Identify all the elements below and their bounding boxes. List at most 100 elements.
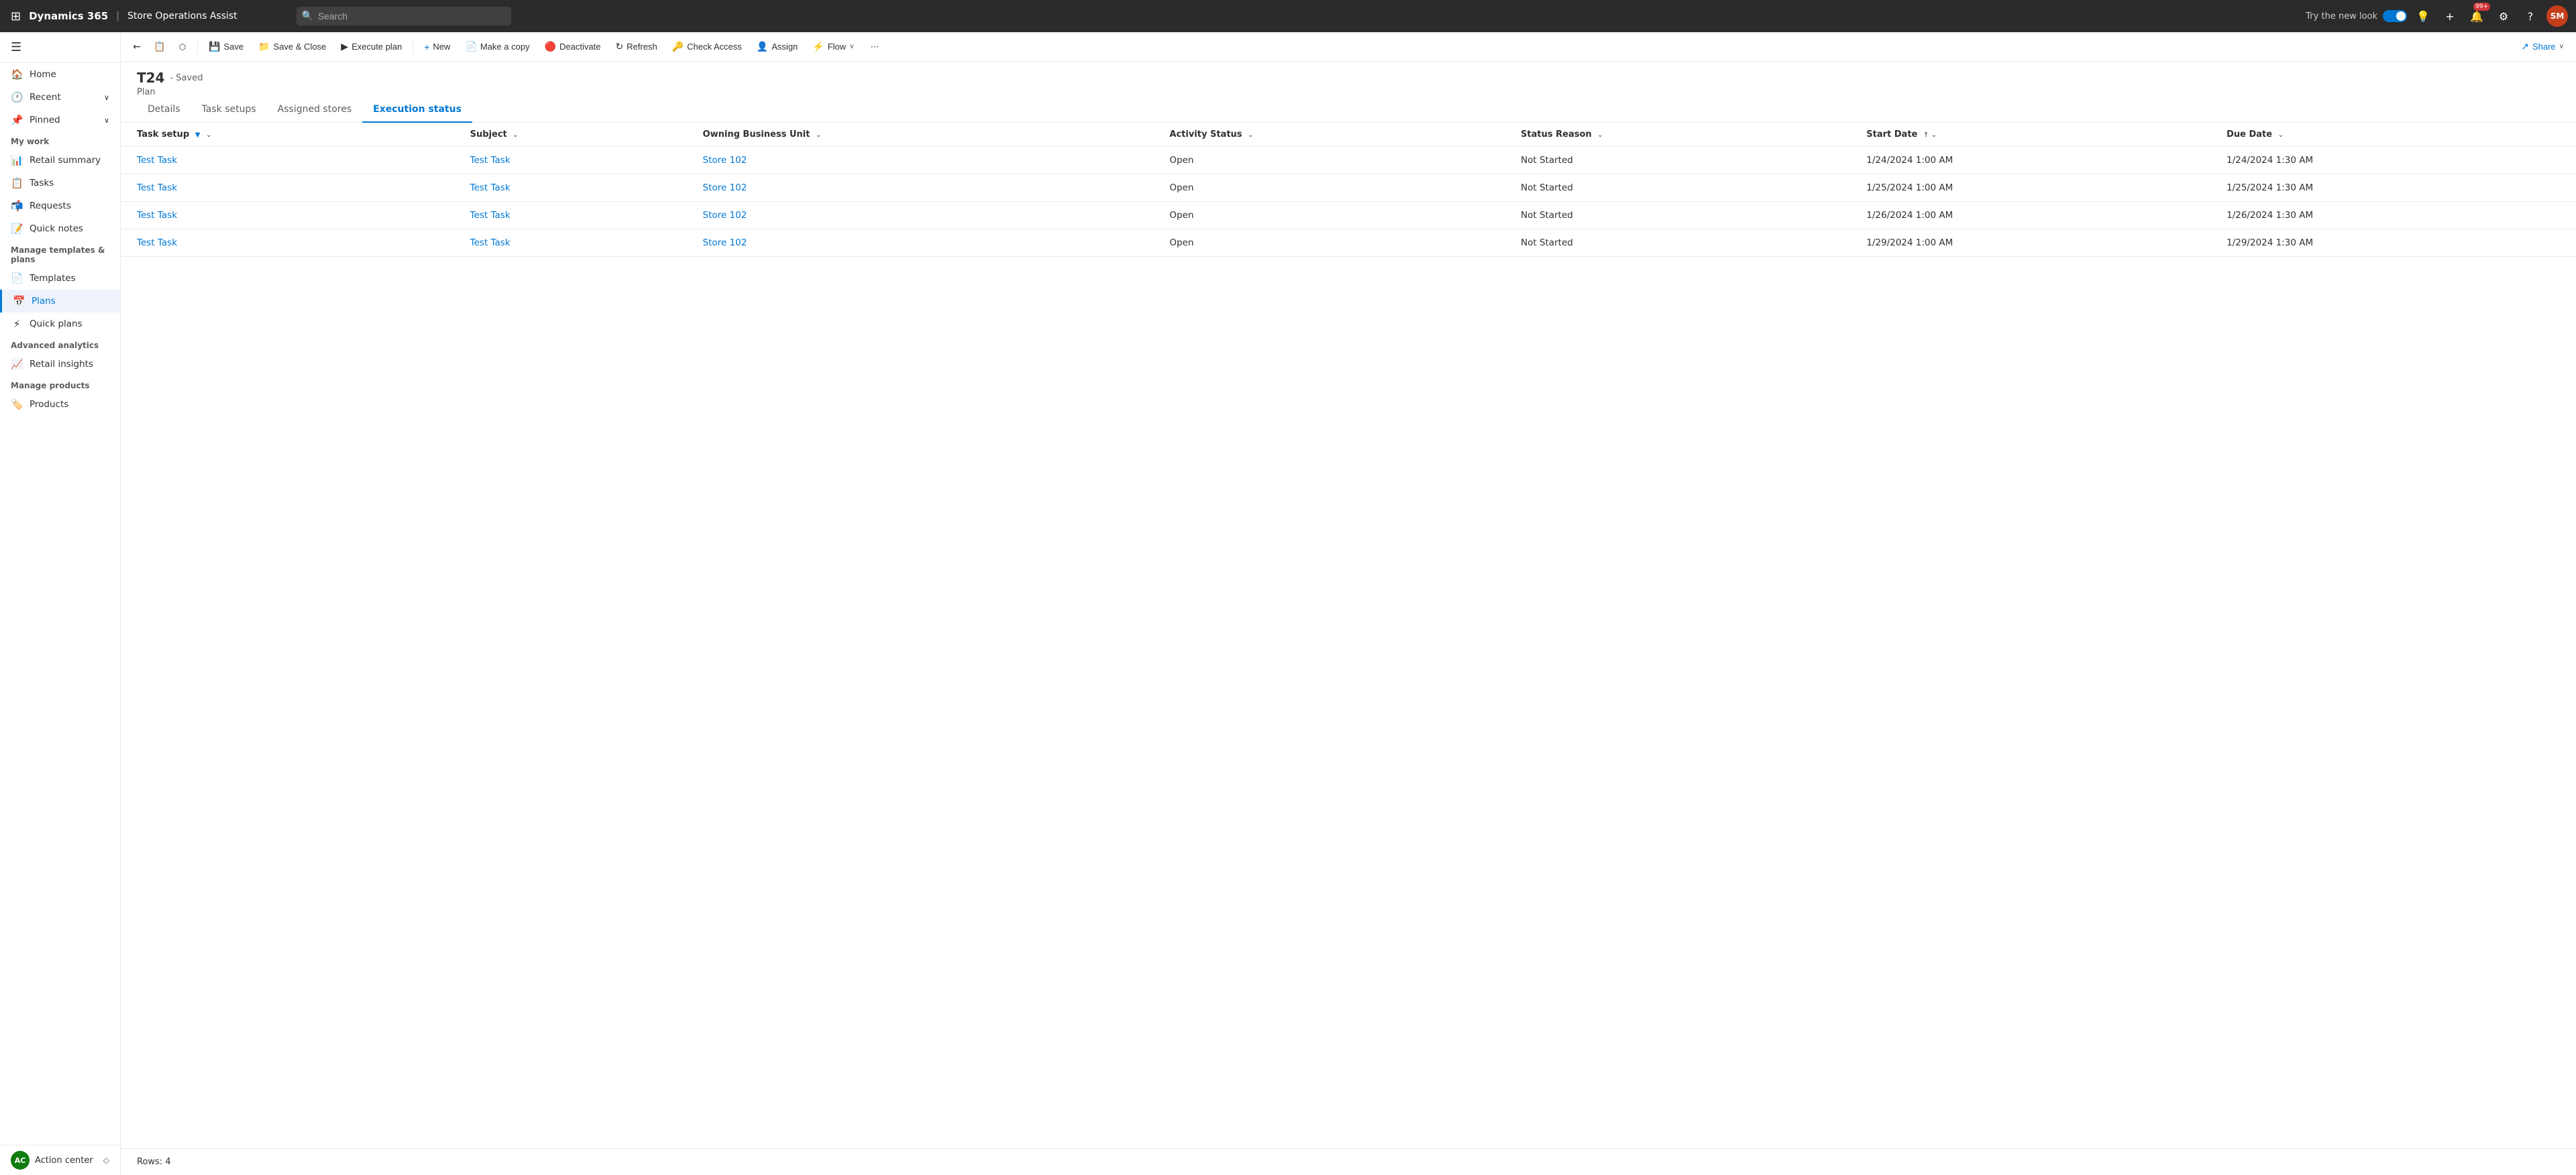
refresh-button[interactable]: ↻ Refresh — [608, 37, 663, 56]
col-due-date[interactable]: Due Date ⌄ — [2216, 123, 2576, 147]
sidebar-item-quick-notes[interactable]: 📝 Quick notes — [0, 217, 120, 240]
cell-task-setup-1[interactable]: Test Task — [121, 174, 460, 202]
make-copy-button[interactable]: 📄 Make a copy — [458, 37, 536, 56]
share-label: Share — [2532, 42, 2556, 52]
owning-link-2[interactable]: Store 102 — [703, 210, 747, 221]
start-date-sort-icon: ↑ ⌄ — [1923, 131, 1937, 139]
cell-owning-0[interactable]: Store 102 — [692, 147, 1159, 174]
save-close-label: Save & Close — [274, 42, 327, 52]
owning-sort-icon: ⌄ — [816, 131, 821, 139]
search-bar: 🔍 — [297, 7, 511, 25]
col-owning-business-unit[interactable]: Owning Business Unit ⌄ — [692, 123, 1159, 147]
sidebar-item-recent[interactable]: 🕐 Recent ∨ — [0, 86, 120, 109]
new-button[interactable]: + New — [417, 38, 457, 56]
saved-badge: - Saved — [170, 73, 203, 83]
cell-subject-3[interactable]: Test Task — [460, 229, 692, 257]
col-subject[interactable]: Subject ⌄ — [460, 123, 692, 147]
cell-owning-2[interactable]: Store 102 — [692, 202, 1159, 229]
flow-button[interactable]: ⚡ Flow ∨ — [806, 37, 861, 56]
subject-link-0[interactable]: Test Task — [470, 155, 511, 166]
try-new-look-toggle[interactable] — [2383, 10, 2407, 22]
sidebar-item-plans[interactable]: 📅 Plans — [0, 290, 120, 313]
activity-sort-icon: ⌄ — [1248, 131, 1253, 139]
sidebar-item-pinned[interactable]: 📌 Pinned ∨ — [0, 109, 120, 131]
cell-start-date-0: 1/24/2024 1:00 AM — [1856, 147, 2216, 174]
execute-plan-label: Execute plan — [352, 42, 402, 52]
forward-icon[interactable]: ⬡ — [172, 36, 193, 58]
execute-plan-button[interactable]: ▶ Execute plan — [334, 37, 409, 56]
tab-details[interactable]: Details — [137, 97, 191, 123]
save-close-button[interactable]: 📁 Save & Close — [252, 37, 333, 56]
cell-due-date-3: 1/29/2024 1:30 AM — [2216, 229, 2576, 257]
cell-due-date-0: 1/24/2024 1:30 AM — [2216, 147, 2576, 174]
assign-button[interactable]: 👤 Assign — [750, 37, 804, 56]
subject-link-1[interactable]: Test Task — [470, 182, 511, 193]
sidebar-item-requests[interactable]: 📬 Requests — [0, 194, 120, 217]
col-activity-status[interactable]: Activity Status ⌄ — [1159, 123, 1510, 147]
clipboard-button[interactable]: 📋 — [149, 36, 170, 58]
diamond-icon: ◇ — [103, 1156, 109, 1165]
tab-execution-status[interactable]: Execution status — [362, 97, 472, 123]
tab-assigned-stores[interactable]: Assigned stores — [267, 97, 362, 123]
col-start-date[interactable]: Start Date ↑ ⌄ — [1856, 123, 2216, 147]
cell-activity-2: Open — [1159, 202, 1510, 229]
copy-icon: 📄 — [465, 41, 476, 52]
owning-link-1[interactable]: Store 102 — [703, 182, 747, 193]
save-label: Save — [223, 42, 244, 52]
task-setup-link-2[interactable]: Test Task — [137, 210, 177, 221]
lightbulb-icon[interactable]: 💡 — [2412, 5, 2434, 27]
sidebar-item-home[interactable]: 🏠 Home — [0, 63, 120, 86]
refresh-icon: ↻ — [615, 41, 623, 52]
cell-task-setup-2[interactable]: Test Task — [121, 202, 460, 229]
task-setup-link-1[interactable]: Test Task — [137, 182, 177, 193]
table-row: Test Task Test Task Store 102 Open Not S… — [121, 174, 2576, 202]
deactivate-button[interactable]: 🔴 Deactivate — [538, 37, 608, 56]
sidebar-item-quick-plans[interactable]: ⚡ Quick plans — [0, 313, 120, 335]
action-center[interactable]: AC Action center ◇ — [0, 1145, 120, 1175]
waffle-icon[interactable]: ⊞ — [8, 7, 23, 26]
cell-owning-3[interactable]: Store 102 — [692, 229, 1159, 257]
cell-subject-1[interactable]: Test Task — [460, 174, 692, 202]
plus-icon[interactable]: + — [2439, 5, 2461, 27]
share-button[interactable]: ↗ Share ∨ — [2514, 37, 2571, 56]
check-access-button[interactable]: 🔑 Check Access — [665, 37, 749, 56]
quick-notes-icon: 📝 — [11, 223, 23, 235]
task-setup-link-3[interactable]: Test Task — [137, 237, 177, 248]
search-input[interactable] — [297, 7, 511, 25]
avatar[interactable]: SM — [2546, 5, 2568, 27]
cell-start-date-3: 1/29/2024 1:00 AM — [1856, 229, 2216, 257]
sidebar-item-tasks[interactable]: 📋 Tasks — [0, 172, 120, 194]
col-task-setup[interactable]: Task setup ▼ ⌄ — [121, 123, 460, 147]
cell-subject-2[interactable]: Test Task — [460, 202, 692, 229]
cell-owning-1[interactable]: Store 102 — [692, 174, 1159, 202]
more-options-button[interactable]: ⋯ — [863, 38, 885, 56]
refresh-label: Refresh — [627, 42, 657, 52]
col-status-reason-label: Status Reason — [1521, 129, 1592, 139]
help-icon[interactable]: ? — [2520, 5, 2541, 27]
col-status-reason[interactable]: Status Reason ⌄ — [1510, 123, 1856, 147]
sidebar-item-templates[interactable]: 📄 Templates — [0, 267, 120, 290]
settings-icon[interactable]: ⚙ — [2493, 5, 2514, 27]
more-options-label: ⋯ — [870, 42, 879, 52]
task-setup-link-0[interactable]: Test Task — [137, 155, 177, 166]
task-setup-filter-icon: ▼ — [195, 131, 201, 139]
subject-link-3[interactable]: Test Task — [470, 237, 511, 248]
sidebar-item-label: Quick notes — [30, 223, 83, 234]
owning-link-3[interactable]: Store 102 — [703, 237, 747, 248]
col-owning-label: Owning Business Unit — [703, 129, 810, 139]
sidebar-item-retail-insights[interactable]: 📈 Retail insights — [0, 353, 120, 376]
notification-button[interactable]: 🔔 99+ — [2466, 5, 2487, 27]
back-button[interactable]: ← — [126, 36, 148, 58]
owning-link-0[interactable]: Store 102 — [703, 155, 747, 166]
cell-task-setup-0[interactable]: Test Task — [121, 147, 460, 174]
subject-link-2[interactable]: Test Task — [470, 210, 511, 221]
sidebar-item-products[interactable]: 🏷️ Products — [0, 393, 120, 416]
sidebar-menu-button[interactable]: ☰ — [0, 32, 120, 63]
sidebar-item-retail-summary[interactable]: 📊 Retail summary — [0, 149, 120, 172]
manage-products-section-header: Manage products — [0, 376, 120, 393]
cell-subject-0[interactable]: Test Task — [460, 147, 692, 174]
tab-task-setups[interactable]: Task setups — [191, 97, 267, 123]
save-button[interactable]: 💾 Save — [202, 37, 250, 56]
plans-icon: 📅 — [13, 295, 25, 307]
cell-task-setup-3[interactable]: Test Task — [121, 229, 460, 257]
